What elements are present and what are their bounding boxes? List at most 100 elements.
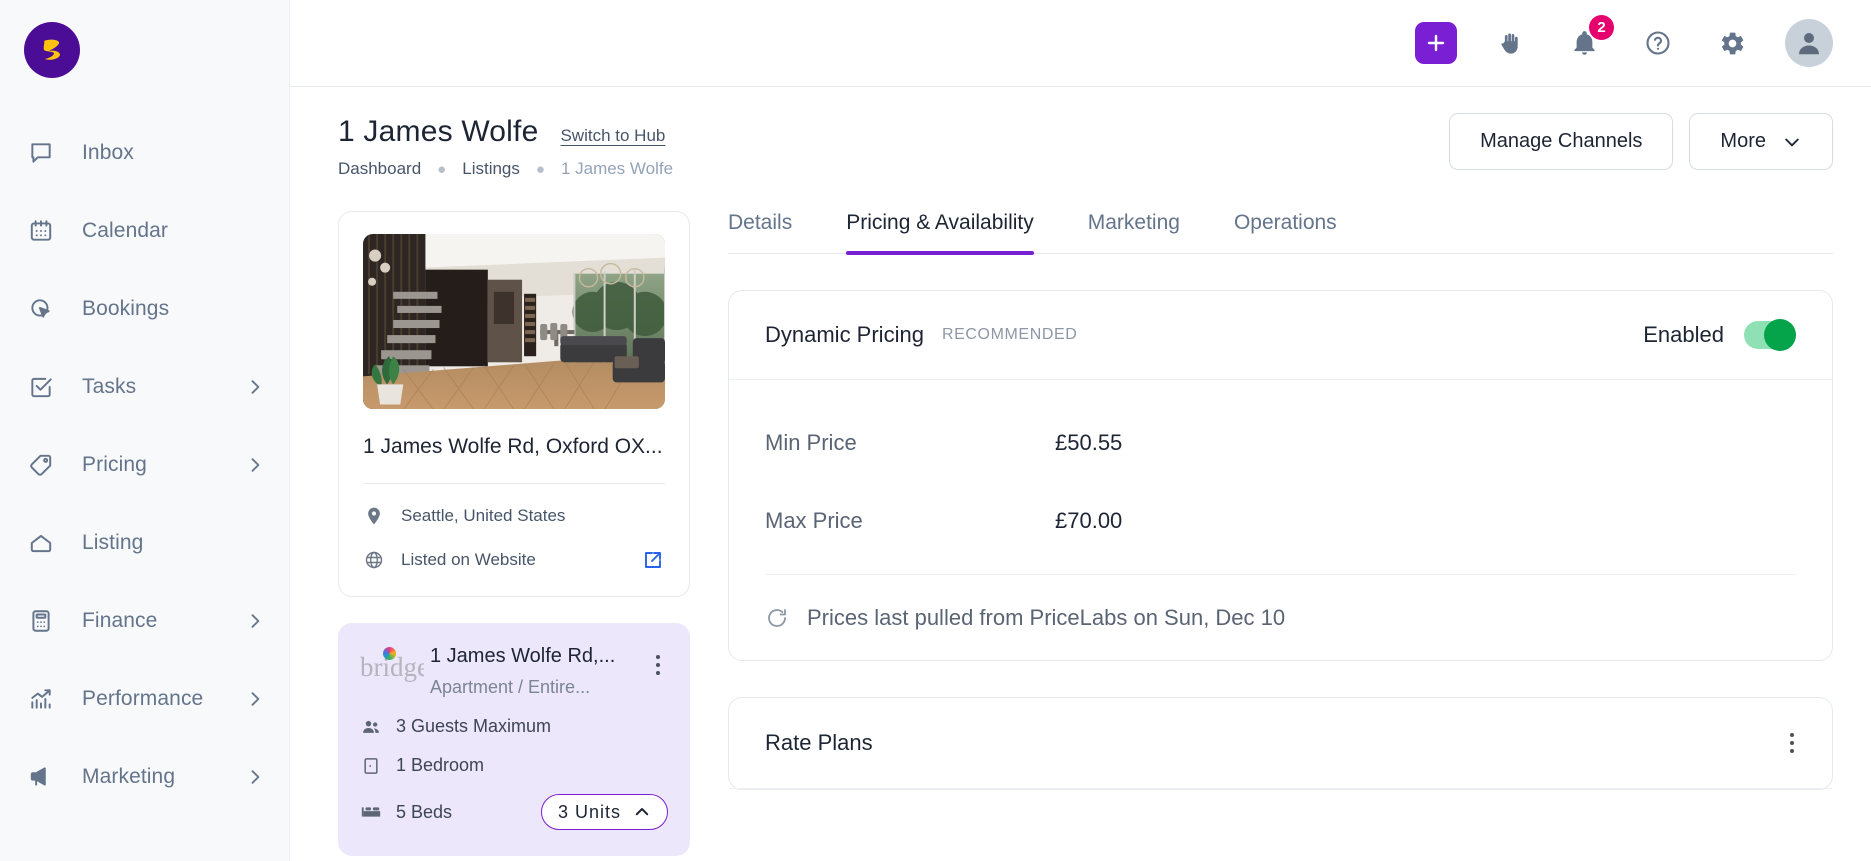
dynamic-pricing-body: Min Price £50.55 Max Price £70.00	[729, 380, 1832, 560]
rate-plans-header: Rate Plans	[729, 698, 1832, 789]
manage-channels-label: Manage Channels	[1480, 130, 1643, 152]
sidebar-nav: Inbox Calendar Bookings Tasks Pricing Li…	[0, 114, 289, 816]
dynamic-pricing-title: Dynamic Pricing	[765, 322, 924, 347]
rate-plans-more-options-icon[interactable]	[1790, 733, 1794, 753]
property-location-row: Seattle, United States	[363, 506, 665, 526]
sidebar-item-pricing[interactable]: Pricing	[0, 426, 289, 504]
bookings-icon	[26, 294, 56, 324]
inbox-chat-icon	[26, 138, 56, 168]
top-bar-icons: 2	[1415, 15, 1833, 67]
sidebar-item-marketing[interactable]: Marketing	[0, 738, 289, 816]
sidebar-item-label: Listing	[82, 531, 144, 554]
hand-raise-icon[interactable]	[1489, 22, 1531, 64]
user-avatar-icon	[1799, 33, 1819, 55]
sidebar-item-finance[interactable]: Finance	[0, 582, 289, 660]
bed-icon	[360, 801, 382, 823]
chevron-down-icon	[1782, 132, 1802, 152]
switch-to-hub-link[interactable]: Switch to Hub	[560, 126, 665, 146]
sidebar-item-tasks[interactable]: Tasks	[0, 348, 289, 426]
manage-channels-button[interactable]: Manage Channels	[1449, 113, 1674, 170]
price-tag-icon	[26, 450, 56, 480]
tab-pricing-availability[interactable]: Pricing & Availability	[846, 211, 1034, 255]
settings-gear-icon[interactable]	[1711, 22, 1753, 64]
brand-dot-icon	[383, 647, 396, 660]
calendar-icon	[26, 216, 56, 246]
sidebar-item-label: Performance	[82, 687, 204, 710]
location-pin-icon	[363, 506, 385, 526]
more-label: More	[1720, 130, 1766, 152]
prices-last-pulled-label: Prices last pulled from PriceLabs on Sun…	[807, 604, 1286, 630]
sidebar-item-label: Bookings	[82, 297, 170, 320]
open-external-link-icon[interactable]	[641, 548, 665, 572]
breadcrumb-separator: ●	[437, 160, 447, 178]
breadcrumb-item-listings[interactable]: Listings	[462, 159, 520, 179]
units-count-button[interactable]: 3 Units	[540, 794, 668, 830]
unit-subtitle: Apartment / Entire...	[430, 677, 591, 697]
tab-bar: Details Pricing & Availability Marketing…	[728, 211, 1833, 255]
unit-card-text: 1 James Wolfe Rd,... Apartment / Entire.…	[430, 645, 642, 698]
sidebar-item-performance[interactable]: Performance	[0, 660, 289, 738]
tab-marketing[interactable]: Marketing	[1088, 211, 1180, 253]
notification-badge: 2	[1589, 15, 1614, 40]
chart-up-icon	[26, 684, 56, 714]
refresh-icon[interactable]	[765, 606, 789, 630]
breadcrumb-item-current: 1 James Wolfe	[560, 159, 674, 178]
min-price-label: Min Price	[765, 430, 857, 455]
chevron-right-icon	[245, 767, 265, 787]
home-icon	[26, 528, 56, 558]
max-price-value[interactable]: £70.00	[1055, 508, 1122, 534]
main-area: 2 1 James Wolfe Switch to Hub Dashboard …	[290, 0, 1871, 861]
chevron-up-icon	[633, 803, 651, 821]
tab-details[interactable]: Details	[728, 211, 792, 253]
notifications-bell-icon[interactable]: 2	[1563, 15, 1614, 64]
unit-guests-row: 3 Guests Maximum	[360, 716, 668, 737]
min-price-row: Min Price £50.55	[765, 404, 1794, 482]
megaphone-icon	[26, 762, 56, 792]
sidebar-item-bookings[interactable]: Bookings	[0, 270, 289, 348]
sidebar-item-listing[interactable]: Listing	[0, 504, 289, 582]
add-plus-icon[interactable]	[1415, 22, 1457, 64]
chevron-right-icon	[245, 611, 265, 631]
sidebar-item-calendar[interactable]: Calendar	[0, 192, 289, 270]
unit-bedrooms-label: 1 Bedroom	[396, 755, 485, 775]
more-button[interactable]: More	[1689, 113, 1833, 170]
property-photo[interactable]	[363, 234, 665, 409]
dynamic-pricing-toggle-wrap: Enabled	[1643, 319, 1796, 351]
modern-loft-interior-photo	[363, 234, 665, 409]
sidebar-item-inbox[interactable]: Inbox	[0, 114, 289, 192]
dynamic-pricing-card: Dynamic Pricing RECOMMENDED Enabled Min …	[728, 290, 1833, 661]
rate-plans-card: Rate Plans	[728, 697, 1833, 790]
page-header-left: 1 James Wolfe Switch to Hub Dashboard ● …	[338, 111, 673, 179]
brand-logo[interactable]	[24, 22, 80, 78]
breadcrumb: Dashboard ● Listings ● 1 James Wolfe	[338, 159, 673, 179]
min-price-value[interactable]: £50.55	[1055, 430, 1122, 456]
sidebar: Inbox Calendar Bookings Tasks Pricing Li…	[0, 0, 290, 861]
unit-card-header: bridge 1 James Wolfe Rd,... Apartment / …	[360, 645, 668, 698]
breadcrumb-item-dashboard[interactable]: Dashboard	[338, 159, 421, 179]
property-listed-row: Listed on Website	[363, 548, 665, 572]
channel-brand-logo: bridge	[360, 645, 424, 683]
unit-beds-row: 5 Beds 3 Units	[360, 794, 668, 830]
app-root: Inbox Calendar Bookings Tasks Pricing Li…	[0, 0, 1871, 861]
tab-operations[interactable]: Operations	[1234, 211, 1337, 253]
unit-more-options-icon[interactable]	[648, 645, 668, 675]
page-title: 1 James Wolfe	[338, 115, 539, 148]
sidebar-item-label: Finance	[82, 609, 158, 632]
rate-plans-title: Rate Plans	[765, 730, 873, 755]
dynamic-pricing-header: Dynamic Pricing RECOMMENDED Enabled	[729, 291, 1832, 380]
unit-guests-label: 3 Guests Maximum	[396, 716, 552, 736]
left-column: 1 James Wolfe Rd, Oxford OX... Seattle, …	[338, 211, 690, 861]
sidebar-item-label: Pricing	[82, 453, 147, 476]
help-question-icon[interactable]	[1637, 22, 1679, 64]
unit-bedrooms-row: 1 Bedroom	[360, 755, 668, 776]
page-header: 1 James Wolfe Switch to Hub Dashboard ● …	[290, 87, 1871, 179]
dynamic-pricing-toggle[interactable]	[1744, 319, 1796, 351]
user-avatar[interactable]	[1785, 19, 1833, 67]
sidebar-item-label: Inbox	[82, 141, 134, 164]
toggle-knob	[1764, 319, 1796, 351]
top-bar: 2	[290, 0, 1871, 87]
logo-z-icon	[43, 39, 60, 60]
brand-logo-wrap	[0, 0, 289, 78]
unit-beds-label: 5 Beds	[396, 801, 453, 822]
chevron-right-icon	[245, 377, 265, 397]
